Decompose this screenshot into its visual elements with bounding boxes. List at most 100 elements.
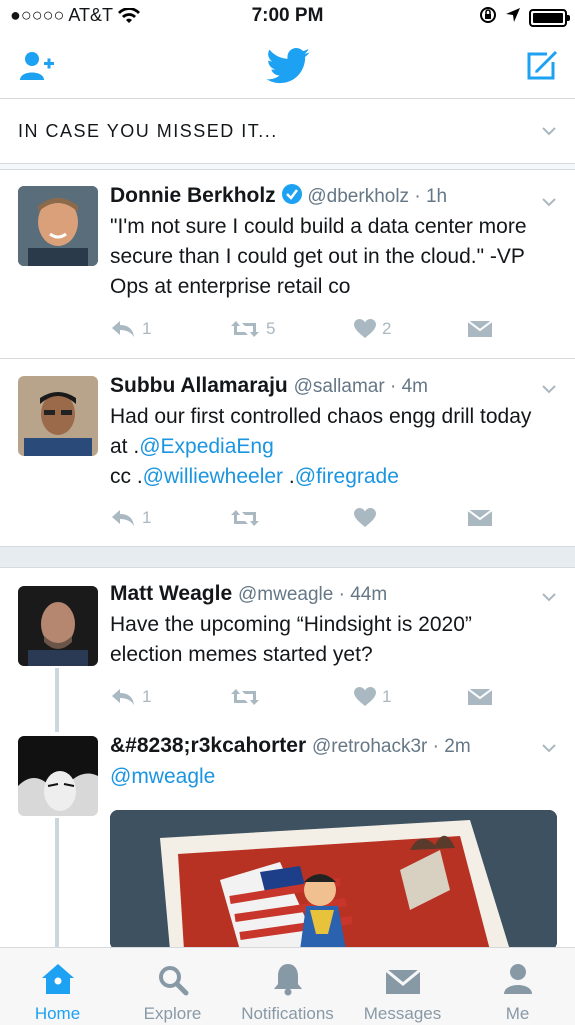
add-user-icon <box>20 52 54 80</box>
section-header[interactable]: IN CASE YOU MISSED IT... <box>0 99 575 164</box>
compose-tweet-button[interactable] <box>521 46 561 86</box>
tweet-text-part: cc . <box>110 465 143 488</box>
tweet-text: "I'm not sure I could build a data cente… <box>110 215 527 298</box>
compose-icon <box>527 50 558 80</box>
envelope-icon <box>468 509 492 526</box>
reply-count: 1 <box>142 319 152 338</box>
like-button[interactable] <box>354 508 376 528</box>
retweet-button[interactable] <box>230 687 260 707</box>
reply-button[interactable]: 1 <box>110 508 151 528</box>
section-title: IN CASE YOU MISSED IT... <box>18 121 278 141</box>
author-handle[interactable]: @retrohack3r <box>312 736 427 757</box>
reply-button[interactable]: 1 <box>110 319 151 339</box>
thread-line <box>55 668 59 732</box>
tab-label: Explore <box>143 1004 202 1023</box>
retweet-button[interactable] <box>230 508 260 528</box>
reply-button[interactable]: 1 <box>110 687 151 707</box>
chevron-down-icon[interactable] <box>541 123 557 139</box>
separator-dot: · <box>409 186 426 207</box>
author-handle[interactable]: @sallamar <box>294 376 385 397</box>
tab-label: Me <box>505 1004 530 1023</box>
reply-icon <box>112 689 134 705</box>
bell-icon <box>273 964 302 996</box>
tweet-time: 1h <box>425 186 448 207</box>
reply-icon <box>112 510 134 526</box>
reply-icon <box>112 321 134 337</box>
direct-message-button[interactable] <box>468 687 492 707</box>
chevron-down-icon[interactable] <box>541 740 557 756</box>
tweet-time: 2m <box>444 736 471 757</box>
separator-dot: · <box>427 736 445 757</box>
mention-link[interactable]: @ExpediaEng <box>139 435 274 458</box>
mention-link[interactable]: @mweagle <box>110 765 215 788</box>
avatar[interactable] <box>18 736 98 816</box>
retweet-icon <box>231 321 259 337</box>
heart-icon <box>354 687 376 706</box>
reply-count: 1 <box>142 687 152 706</box>
person-icon <box>503 964 532 994</box>
direct-message-button[interactable] <box>468 508 492 528</box>
tweet-text: @mweagle <box>110 762 545 792</box>
tab-label: Notifications <box>241 1004 334 1023</box>
retweet-button[interactable]: 5 <box>230 319 275 339</box>
status-bar: ●○○○○ AT&T 7:00 PM <box>0 0 575 34</box>
retweet-count: 5 <box>266 319 276 338</box>
avatar[interactable] <box>18 186 98 266</box>
heart-icon <box>354 319 376 338</box>
author-name[interactable]: Matt Weagle <box>110 582 232 605</box>
author-name[interactable]: Donnie Berkholz <box>110 184 276 207</box>
tweet-text-part: . <box>283 465 295 488</box>
retweet-icon <box>231 689 259 705</box>
envelope-icon <box>468 688 492 705</box>
tab-home[interactable]: Home <box>0 948 115 1025</box>
tweet[interactable]: Subbu Allamaraju @sallamar · 4m Had our … <box>0 359 575 546</box>
author-name[interactable]: Subbu Allamaraju <box>110 374 288 397</box>
tweet[interactable]: Matt Weagle @mweagle · 44m Have the upco… <box>0 567 575 732</box>
add-user-button[interactable] <box>18 46 58 86</box>
chevron-down-icon[interactable] <box>541 589 557 605</box>
bottom-tab-bar: Home Explore Notifications Messages Me <box>0 947 575 1025</box>
envelope-icon <box>385 968 420 994</box>
author-handle[interactable]: @dberkholz <box>307 186 409 207</box>
reply-count: 1 <box>142 508 152 527</box>
top-nav-bar <box>0 34 575 99</box>
heart-icon <box>354 508 376 527</box>
home-icon <box>41 964 74 994</box>
direct-message-button[interactable] <box>468 319 492 339</box>
verified-badge-icon <box>281 184 302 204</box>
tweet-time: 44m <box>350 584 388 605</box>
search-icon <box>158 966 188 996</box>
twitter-logo-icon <box>265 46 311 86</box>
mention-link[interactable]: @williewheeler <box>143 465 283 488</box>
like-button[interactable]: 1 <box>354 687 391 707</box>
author-name[interactable]: &#8238;r3kcahorter <box>110 734 306 757</box>
tab-messages[interactable]: Messages <box>345 948 460 1025</box>
like-button[interactable]: 2 <box>354 319 391 339</box>
tab-label: Home <box>34 1004 81 1023</box>
mention-link[interactable]: @firegrade <box>295 465 399 488</box>
retweet-icon <box>231 510 259 526</box>
author-handle[interactable]: @mweagle <box>238 584 333 605</box>
rotation-lock-icon <box>479 6 497 29</box>
avatar[interactable] <box>18 586 98 666</box>
chevron-down-icon[interactable] <box>541 194 557 210</box>
envelope-icon <box>468 320 492 337</box>
tweet-text: Have the upcoming “Hindsight is 2020” el… <box>110 613 472 666</box>
thread-line <box>55 818 59 947</box>
tweet-media-image[interactable] <box>110 810 557 950</box>
avatar[interactable] <box>18 376 98 456</box>
location-icon <box>505 7 521 28</box>
timeline-gap <box>0 546 575 568</box>
separator-dot: · <box>333 584 351 605</box>
tab-me[interactable]: Me <box>460 948 575 1025</box>
tab-label: Messages <box>363 1004 442 1023</box>
chevron-down-icon[interactable] <box>541 381 557 397</box>
like-count: 1 <box>382 687 392 706</box>
separator-dot: · <box>384 376 402 397</box>
like-count: 2 <box>382 319 392 338</box>
tweet[interactable]: Donnie Berkholz @dberkholz · 1h "I'm not… <box>0 170 575 358</box>
tab-explore[interactable]: Explore <box>115 948 230 1025</box>
battery-icon <box>529 8 570 27</box>
tweet-text: Had our first controlled chaos engg dril… <box>110 402 545 492</box>
tab-notifications[interactable]: Notifications <box>230 948 345 1025</box>
